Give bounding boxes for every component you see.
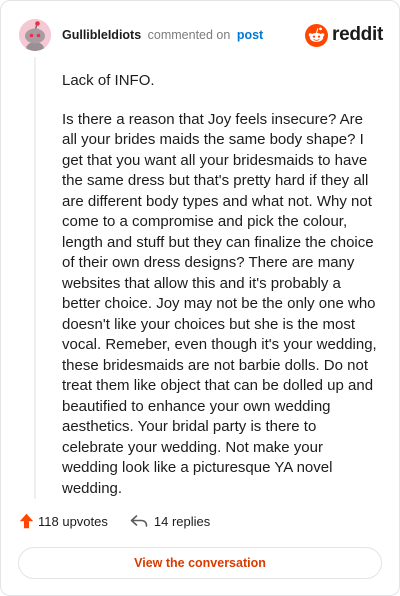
avatar[interactable]: [19, 19, 51, 51]
replies-count: 14 replies: [153, 513, 211, 529]
post-link[interactable]: post: [237, 28, 263, 42]
upvotes-count: 118 upvotes: [38, 513, 108, 529]
comment-card: GullibleIdiots commented on post reddit …: [0, 0, 400, 596]
comment-meta: GullibleIdiots commented on post: [62, 28, 263, 42]
username[interactable]: GullibleIdiots: [62, 28, 141, 42]
thread-line[interactable]: [34, 57, 36, 499]
comment-paragraph-1: Lack of INFO.: [62, 72, 155, 89]
comment-header: GullibleIdiots commented on post reddit: [19, 19, 383, 51]
view-conversation-button[interactable]: View the conversation: [18, 547, 382, 579]
replies-stat[interactable]: 14 replies: [130, 514, 210, 529]
upvotes-stat[interactable]: 118 upvotes: [19, 513, 108, 529]
snoo-avatar-icon: [19, 19, 51, 51]
reddit-wordmark: reddit: [332, 24, 383, 45]
reddit-logo-icon: [305, 23, 329, 47]
reddit-brand[interactable]: reddit: [305, 23, 383, 47]
comment-body: Lack of INFO. Is there a reason that Joy…: [62, 71, 380, 517]
comment-paragraph-2: Is there a reason that Joy feels insecur…: [62, 110, 377, 497]
reply-arrow-icon: [130, 515, 148, 527]
comment-stats: 118 upvotes 14 replies: [19, 513, 210, 529]
action-text: commented on: [147, 28, 231, 42]
upvote-arrow-icon: [19, 513, 34, 529]
